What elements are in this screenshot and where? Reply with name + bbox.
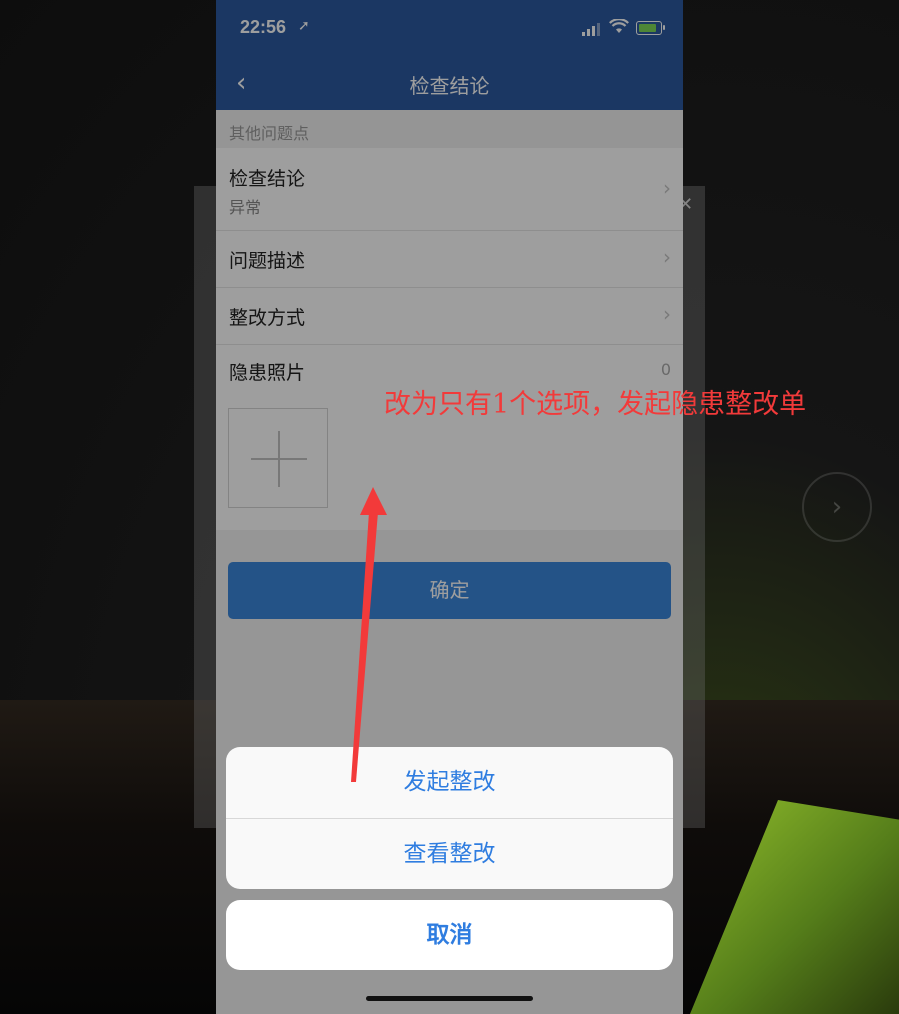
background-next-icon: ›	[802, 472, 872, 542]
action-start-rectification[interactable]: 发起整改	[226, 747, 673, 818]
action-view-rectification[interactable]: 查看整改	[226, 819, 673, 889]
home-indicator	[366, 996, 533, 1001]
phone-screen: 22:56 ➚ ‹ 检查结论 其他问题点 检查结论 异常 › 问题描述 › 整改…	[216, 0, 683, 1014]
cancel-button[interactable]: 取消	[226, 900, 673, 970]
annotation-text: 改为只有1个选项，发起隐患整改单	[384, 389, 807, 420]
action-sheet: 发起整改 查看整改	[226, 747, 673, 889]
